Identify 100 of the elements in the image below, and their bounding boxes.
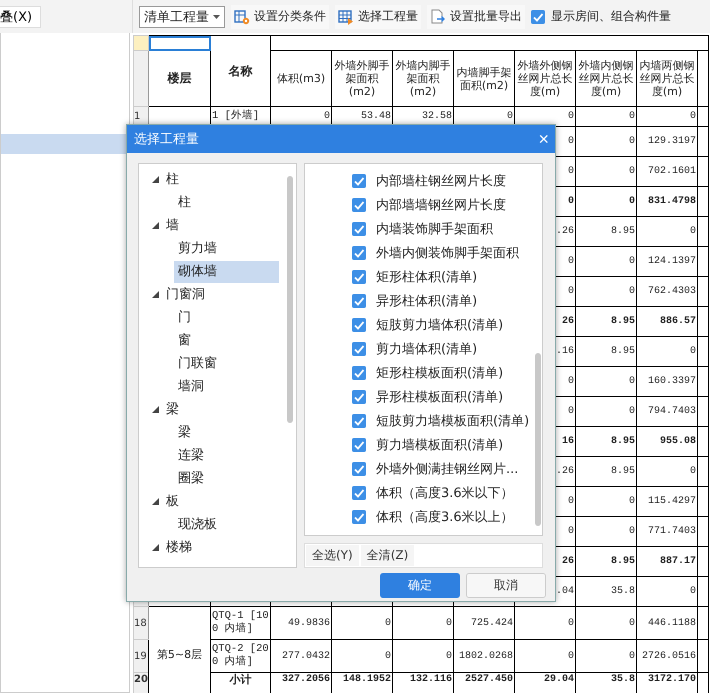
scrollbar[interactable] [535, 353, 541, 526]
ok-button[interactable]: 确定 [380, 573, 460, 598]
table-cell: 8.95 [576, 216, 636, 246]
table-cell: 0 [392, 640, 454, 672]
cancel-button[interactable]: 取消 [466, 573, 546, 598]
table-cell: 0 [514, 640, 576, 672]
table-cell: 8.95 [576, 456, 636, 486]
quantity-label[interactable]: 内部墙柱钢丝网片长度 [376, 172, 506, 190]
tree-item[interactable]: 连梁 [174, 444, 279, 466]
table-cell: 0 [636, 576, 698, 606]
checkbox[interactable] [352, 174, 366, 188]
tree-item[interactable]: 墙 [162, 214, 183, 236]
tree-item[interactable]: 窗 [174, 330, 279, 352]
selected-cell[interactable] [148, 36, 210, 50]
table-cell: 0 [332, 640, 392, 672]
checkbox[interactable] [352, 366, 366, 380]
tree-item[interactable]: 板 [162, 490, 183, 512]
clear-all-button[interactable]: 全清(Z) [360, 545, 414, 566]
table-cell: 160.3397 [636, 366, 698, 396]
checkbox[interactable] [352, 246, 366, 260]
expand-arrow-icon[interactable] [152, 291, 159, 298]
toolbar-button[interactable]: 设置分类条件 [231, 4, 329, 28]
checkbox[interactable] [531, 10, 545, 24]
checkbox[interactable] [352, 198, 366, 212]
checkbox[interactable] [352, 222, 366, 236]
quantity-label[interactable]: 短肢剪力墙体积(清单) [376, 316, 504, 334]
quantity-label[interactable]: 剪力墙模板面积(清单) [376, 436, 504, 454]
table-cell: 446.1188 [636, 606, 698, 640]
tree-item[interactable]: 剪力墙 [174, 238, 279, 260]
scrollbar[interactable] [287, 176, 293, 423]
table-cell: QTQ-2 [200 内墙] [210, 640, 270, 672]
toolbar-button[interactable]: 设置批量导出 [427, 4, 525, 28]
tree-item[interactable]: 砌体墙 [174, 260, 279, 282]
quantity-label[interactable]: 内墙装饰脚手架面积 [376, 220, 493, 238]
table-cell: 277.0432 [270, 640, 332, 672]
toolbar-button[interactable]: 选择工程量 [335, 4, 421, 28]
tree-item[interactable]: 柱 [174, 192, 279, 214]
quantity-label[interactable]: 矩形柱模板面积(清单) [376, 364, 504, 382]
table-cell: 124.1397 [636, 246, 698, 276]
tree-item[interactable]: 门联窗 [174, 352, 279, 374]
dropdown[interactable]: 清单工程量 [139, 6, 225, 28]
tree-item[interactable]: 墙洞 [174, 376, 279, 398]
checkbox[interactable] [352, 390, 366, 404]
expand-arrow-icon[interactable] [152, 498, 159, 505]
checkbox[interactable] [352, 294, 366, 308]
tree-item[interactable]: 楼梯 [162, 536, 196, 558]
tree-item[interactable]: 门窗洞 [162, 284, 209, 306]
column-header: 名称 [210, 36, 270, 106]
table-cell: 762.4303 [636, 276, 698, 306]
table-cell: 0 [576, 640, 636, 672]
tree-item[interactable]: 现浇板 [174, 514, 279, 536]
quantity-label[interactable]: 异形柱模板面积(清单) [376, 388, 504, 406]
row-number: 19 [134, 640, 148, 672]
quantity-label[interactable]: 异形柱体积(清单) [376, 292, 478, 310]
checkbox[interactable] [352, 510, 366, 524]
expand-arrow-icon[interactable] [152, 222, 159, 229]
expand-arrow-icon[interactable] [152, 406, 159, 413]
tree-item[interactable]: 圈梁 [174, 468, 279, 490]
tree-item[interactable]: 柱 [162, 168, 183, 190]
checkbox[interactable] [352, 414, 366, 428]
quantity-label[interactable]: 体积（高度3.6米以上） [376, 508, 514, 526]
list-row[interactable] [1, 134, 129, 154]
table-cell: 955.08 [636, 426, 698, 456]
table-cell: 887.17 [636, 546, 698, 576]
close-button[interactable]: × [538, 130, 549, 148]
table-cell: 0 [576, 516, 636, 546]
expand-arrow-icon[interactable] [152, 176, 159, 183]
checkbox[interactable] [352, 486, 366, 500]
quantity-label[interactable]: 矩形柱体积(清单) [376, 268, 478, 286]
table-cell: 0 [636, 456, 698, 486]
checkbox[interactable] [352, 438, 366, 452]
quantity-label[interactable]: 内部墙墙钢丝网片长度 [376, 196, 506, 214]
tree-item[interactable]: 梁 [162, 398, 183, 420]
checkbox-label[interactable]: 显示房间、组合构件量 [551, 8, 671, 25]
tree-item[interactable]: 梁 [174, 422, 279, 444]
checkbox[interactable] [352, 462, 366, 476]
table-cell: 8.95 [576, 306, 636, 336]
checkbox[interactable] [352, 318, 366, 332]
checkbox[interactable] [352, 342, 366, 356]
tree-item[interactable]: 门 [174, 306, 279, 328]
table-cell: 794.7403 [636, 396, 698, 426]
column-header: 体积(m3) [270, 50, 332, 106]
table-cell: 0 [332, 606, 392, 640]
table-cell: 0 [576, 366, 636, 396]
table-cell: 1802.0268 [454, 640, 514, 672]
checkbox[interactable] [352, 270, 366, 284]
quantity-label[interactable]: 体积（高度3.6米以下） [376, 484, 514, 502]
column-header: 外墙内脚手架面积(m2) [392, 50, 454, 106]
table-cell: 2726.0516 [636, 640, 698, 672]
table-cell: 0 [576, 486, 636, 516]
quantity-label[interactable]: 剪力墙体积(清单) [376, 340, 478, 358]
expand-arrow-icon[interactable] [152, 544, 159, 551]
select-all-button[interactable]: 全选(Y) [306, 545, 359, 566]
table-cell: 0 [576, 396, 636, 426]
table-cell: 0 [576, 276, 636, 306]
table-cell: 35.8 [576, 576, 636, 606]
toolbar-button[interactable]: 叠(X) [0, 6, 42, 28]
row-number: 18 [134, 606, 148, 640]
table-cell: 702.1601 [636, 156, 698, 186]
table-cell: 49.9836 [270, 606, 332, 640]
